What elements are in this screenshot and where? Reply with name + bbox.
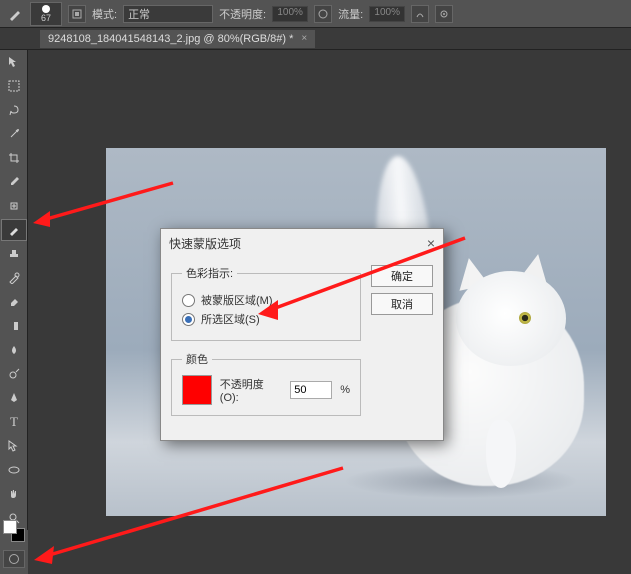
flow-label: 流量:	[338, 6, 363, 22]
brush-tool[interactable]	[1, 219, 27, 241]
type-tool[interactable]: T	[1, 411, 27, 433]
opacity-label: 不透明度(O):	[220, 376, 282, 404]
crop-tool[interactable]	[1, 147, 27, 169]
opacity-input[interactable]	[290, 381, 332, 399]
flow-value[interactable]: 100%	[369, 6, 405, 22]
lasso-tool[interactable]	[1, 99, 27, 121]
hand-tool[interactable]	[1, 483, 27, 505]
airbrush-icon[interactable]	[411, 5, 429, 23]
close-icon[interactable]: ×	[301, 33, 307, 44]
cancel-button[interactable]: 取消	[371, 293, 433, 315]
radio-masked-areas[interactable]: 被蒙版区域(M)	[182, 292, 350, 308]
quick-mask-button[interactable]	[3, 550, 25, 568]
color-indicates-fieldset: 色彩指示: 被蒙版区域(M) 所选区域(S)	[171, 265, 361, 341]
wand-tool[interactable]	[1, 123, 27, 145]
options-bar: 67 模式: 正常 不透明度: 100% 流量: 100%	[0, 0, 631, 28]
opacity-value[interactable]: 100%	[272, 6, 308, 22]
blend-mode-select[interactable]: 正常	[123, 5, 213, 23]
radio-icon	[182, 313, 195, 326]
color-fieldset: 颜色 不透明度(O): %	[171, 351, 361, 416]
radio-label: 被蒙版区域(M)	[201, 292, 273, 308]
brush-size-value: 67	[41, 13, 51, 23]
brush-panel-toggle-icon[interactable]	[68, 5, 86, 23]
document-tab[interactable]: 9248108_184041548143_2.jpg @ 80%(RGB/8#)…	[40, 30, 315, 48]
marquee-tool[interactable]	[1, 75, 27, 97]
quick-mask-icon	[9, 554, 19, 564]
move-tool[interactable]	[1, 51, 27, 73]
mode-label: 模式:	[92, 6, 117, 22]
eyedropper-tool[interactable]	[1, 171, 27, 193]
dodge-tool[interactable]	[1, 363, 27, 385]
eraser-tool[interactable]	[1, 291, 27, 313]
shape-tool[interactable]	[1, 459, 27, 481]
foreground-color-swatch[interactable]	[3, 520, 17, 534]
gradient-tool[interactable]	[1, 315, 27, 337]
document-title: 9248108_184041548143_2.jpg @ 80%(RGB/8#)…	[48, 33, 293, 45]
brush-tool-icon	[6, 5, 24, 23]
dialog-title: 快速蒙版选项	[169, 235, 241, 252]
pressure-size-icon[interactable]	[435, 5, 453, 23]
toolbox: T	[0, 50, 28, 530]
fieldset-legend: 颜色	[182, 351, 212, 367]
close-icon[interactable]: ×	[427, 235, 435, 251]
radio-label: 所选区域(S)	[201, 311, 260, 327]
document-tab-bar: 9248108_184041548143_2.jpg @ 80%(RGB/8#)…	[0, 28, 631, 50]
quick-mask-options-dialog: 快速蒙版选项 × 确定 取消 色彩指示: 被蒙版区域(M) 所选区域(S) 颜色…	[160, 228, 444, 441]
opacity-label: 不透明度:	[219, 6, 266, 22]
radio-selected-areas[interactable]: 所选区域(S)	[182, 311, 350, 327]
heal-tool[interactable]	[1, 195, 27, 217]
blur-tool[interactable]	[1, 339, 27, 361]
percent-unit: %	[340, 384, 350, 396]
pen-tool[interactable]	[1, 387, 27, 409]
color-swatch[interactable]	[182, 375, 212, 405]
fieldset-legend: 色彩指示:	[182, 265, 237, 281]
brush-preset-picker[interactable]: 67	[30, 2, 62, 26]
radio-icon	[182, 294, 195, 307]
dialog-titlebar[interactable]: 快速蒙版选项 ×	[161, 229, 443, 257]
path-tool[interactable]	[1, 435, 27, 457]
ok-button[interactable]: 确定	[371, 265, 433, 287]
history-brush-tool[interactable]	[1, 267, 27, 289]
color-swatches[interactable]	[3, 520, 25, 542]
stamp-tool[interactable]	[1, 243, 27, 265]
pressure-opacity-icon[interactable]	[314, 5, 332, 23]
